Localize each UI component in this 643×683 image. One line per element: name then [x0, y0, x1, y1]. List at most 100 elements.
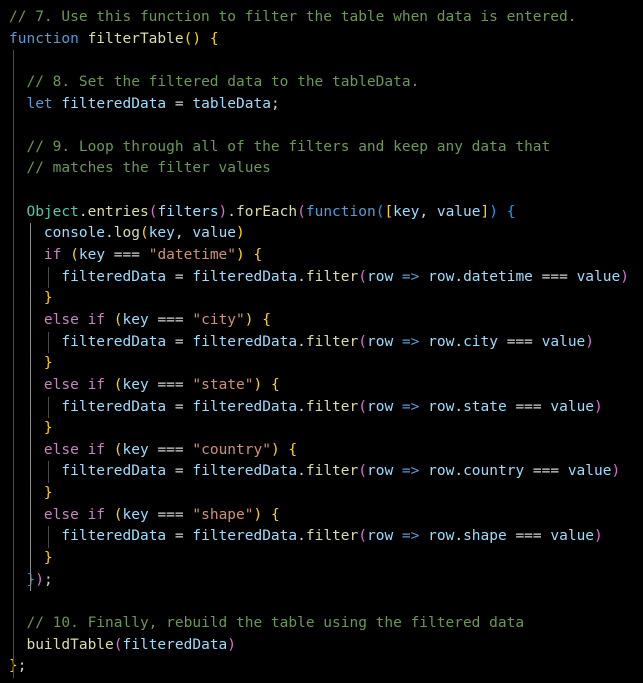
- code-token: country: [463, 463, 525, 480]
- code-line[interactable]: }: [0, 483, 643, 505]
- code-token: key: [122, 441, 149, 458]
- code-token: filteredData: [61, 268, 167, 285]
- code-token: state: [463, 398, 507, 415]
- code-token: datetime: [463, 268, 533, 285]
- code-line[interactable]: console.log(key, value): [0, 223, 643, 246]
- indent-guide: [13, 612, 14, 635]
- code-token: }: [43, 420, 53, 437]
- code-line[interactable]: }: [0, 353, 643, 375]
- code-token: =: [166, 95, 193, 112]
- code-line[interactable]: else if (key === "state") {: [0, 374, 643, 397]
- code-token: entries: [87, 203, 149, 220]
- code-line[interactable]: filteredData = filteredData.filter(row =…: [0, 396, 643, 419]
- code-token: ===: [148, 376, 193, 393]
- indent-guide: [30, 288, 32, 310]
- code-token: =>: [401, 268, 420, 285]
- code-token: value: [576, 268, 621, 285]
- code-token: value: [550, 528, 595, 545]
- indent-guide: [13, 526, 14, 549]
- code-line[interactable]: ​: [0, 591, 643, 613]
- code-line[interactable]: let filteredData = tableData;: [0, 93, 643, 116]
- code-line[interactable]: ​: [0, 180, 643, 202]
- code-line[interactable]: filteredData = filteredData.filter(row =…: [0, 526, 643, 549]
- code-token: filter: [305, 268, 359, 285]
- code-token: ): [244, 311, 254, 328]
- indent-guide: [30, 526, 32, 549]
- code-line[interactable]: ​: [0, 115, 643, 137]
- indent-guide: [13, 93, 14, 116]
- code-token: ): [253, 376, 263, 393]
- code-line[interactable]: // matches the filter values: [0, 158, 643, 181]
- code-token: row: [366, 268, 394, 285]
- code-token: {: [209, 30, 219, 47]
- code-token: (: [297, 203, 306, 220]
- code-token: {: [270, 376, 280, 393]
- code-token: // 7. Use this function to filter the ta…: [9, 9, 577, 25]
- code-line[interactable]: ​: [0, 50, 643, 72]
- code-token: ): [489, 203, 498, 220]
- code-token: // 10. Finally, rebuild the table using …: [26, 614, 525, 631]
- code-token: // 9. Loop through all of the filters an…: [26, 138, 551, 155]
- code-token: else: [43, 441, 79, 458]
- indent-guide: [13, 136, 14, 159]
- code-token: else: [43, 376, 79, 393]
- code-line[interactable]: };: [0, 656, 643, 678]
- code-token: ): [620, 268, 629, 285]
- code-token: .: [297, 268, 306, 285]
- code-token: (): [183, 30, 202, 47]
- code-line[interactable]: // 9. Loop through all of the filters an…: [0, 136, 643, 159]
- code-line[interactable]: function filterTable() {: [0, 29, 643, 51]
- code-token: ): [227, 636, 237, 653]
- code-line[interactable]: else if (key === "country") {: [0, 439, 643, 462]
- code-token: row: [366, 333, 394, 350]
- indent-guide: [30, 245, 32, 267]
- code-token: filterTable: [87, 30, 184, 47]
- code-line[interactable]: filteredData = filteredData.filter(row =…: [0, 331, 643, 354]
- indent-guide: [13, 569, 14, 592]
- indent-guide: [13, 331, 14, 354]
- code-line[interactable]: // 10. Finally, rebuild the table using …: [0, 612, 643, 635]
- code-line[interactable]: if (key === "datetime") {: [0, 245, 643, 267]
- code-token: filteredData: [192, 333, 298, 350]
- code-token: filter: [305, 333, 359, 350]
- code-line[interactable]: }: [0, 288, 643, 310]
- code-token: .: [297, 463, 306, 480]
- code-token: ===: [148, 311, 193, 328]
- code-token: ===: [105, 247, 149, 264]
- code-token: buildTable: [26, 636, 114, 653]
- code-line[interactable]: else if (key === "shape") {: [0, 504, 643, 527]
- code-line[interactable]: filteredData = filteredData.filter(row =…: [0, 266, 643, 289]
- code-token: function: [9, 30, 79, 47]
- code-token: filter: [305, 398, 359, 415]
- code-line[interactable]: });: [0, 569, 643, 592]
- indent-guide: [30, 418, 32, 440]
- code-editor[interactable]: // 7. Use this function to filter the ta…: [0, 0, 643, 683]
- code-line[interactable]: Object.entries(filters).forEach(function…: [0, 201, 643, 224]
- code-token: value: [436, 203, 481, 220]
- code-line[interactable]: filteredData = filteredData.filter(row =…: [0, 461, 643, 484]
- code-token: ,: [419, 203, 437, 220]
- code-token: .: [297, 398, 306, 415]
- code-token: "state": [192, 376, 254, 393]
- code-token: (: [358, 398, 367, 415]
- code-line[interactable]: // 7. Use this function to filter the ta…: [0, 7, 643, 29]
- code-line[interactable]: buildTable(filteredData): [0, 634, 643, 657]
- code-token: ): [236, 225, 245, 242]
- code-token: else: [43, 506, 79, 523]
- code-token: .: [297, 333, 306, 350]
- code-token: key: [148, 225, 175, 242]
- code-line[interactable]: // 8. Set the filtered data to the table…: [0, 71, 643, 94]
- indent-guide: [13, 656, 14, 678]
- code-token: =: [166, 528, 193, 545]
- code-line[interactable]: }: [0, 418, 643, 440]
- code-line[interactable]: else if (key === "city") {: [0, 309, 643, 332]
- code-line[interactable]: }: [0, 548, 643, 570]
- code-token: filteredData: [61, 398, 167, 415]
- code-token: key: [122, 376, 149, 393]
